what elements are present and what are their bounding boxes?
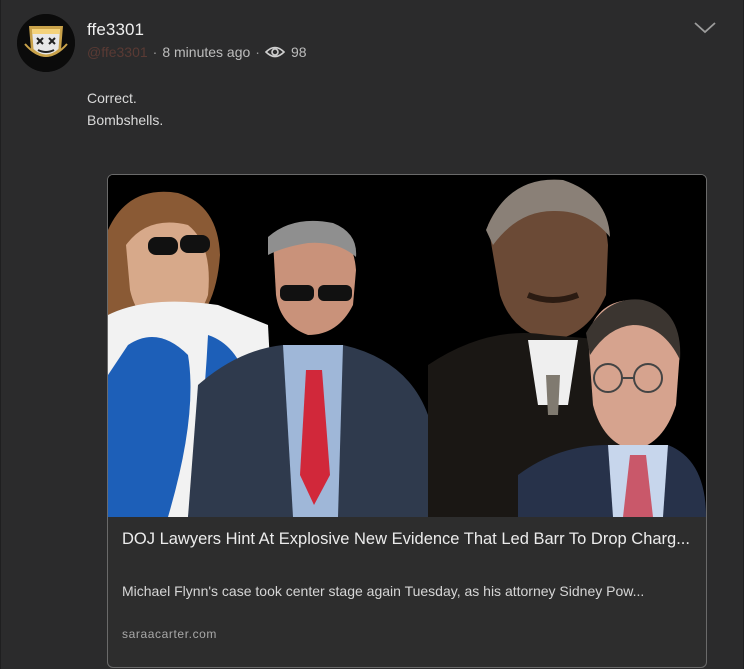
chevron-down-icon[interactable] xyxy=(693,20,717,36)
view-count: 98 xyxy=(290,44,307,60)
post: ffe3301 @ffe3301 · 8 minutes ago · 98 Co… xyxy=(0,0,744,669)
meta-separator: · xyxy=(255,44,260,60)
user-handle[interactable]: @ffe3301 xyxy=(87,44,148,60)
post-body-line: Correct. xyxy=(87,90,137,106)
eye-icon xyxy=(264,45,285,59)
username[interactable]: ffe3301 xyxy=(87,20,144,40)
user-avatar[interactable] xyxy=(17,14,75,72)
link-preview-card[interactable]: DOJ Lawyers Hint At Explosive New Eviden… xyxy=(107,174,707,668)
link-preview-title[interactable]: DOJ Lawyers Hint At Explosive New Eviden… xyxy=(122,529,692,550)
link-preview-description: Michael Flynn's case took center stage a… xyxy=(122,583,645,599)
shield-icon xyxy=(17,14,75,72)
link-preview-image xyxy=(108,175,706,517)
post-meta: @ffe3301 · 8 minutes ago · 98 xyxy=(87,44,307,60)
link-preview-domain[interactable]: saraacarter.com xyxy=(122,627,217,641)
timestamp[interactable]: 8 minutes ago xyxy=(162,44,250,60)
post-body-line: Bombshells. xyxy=(87,112,164,128)
meta-separator: · xyxy=(152,44,158,60)
post-body: Correct. Bombshells. xyxy=(87,87,163,131)
